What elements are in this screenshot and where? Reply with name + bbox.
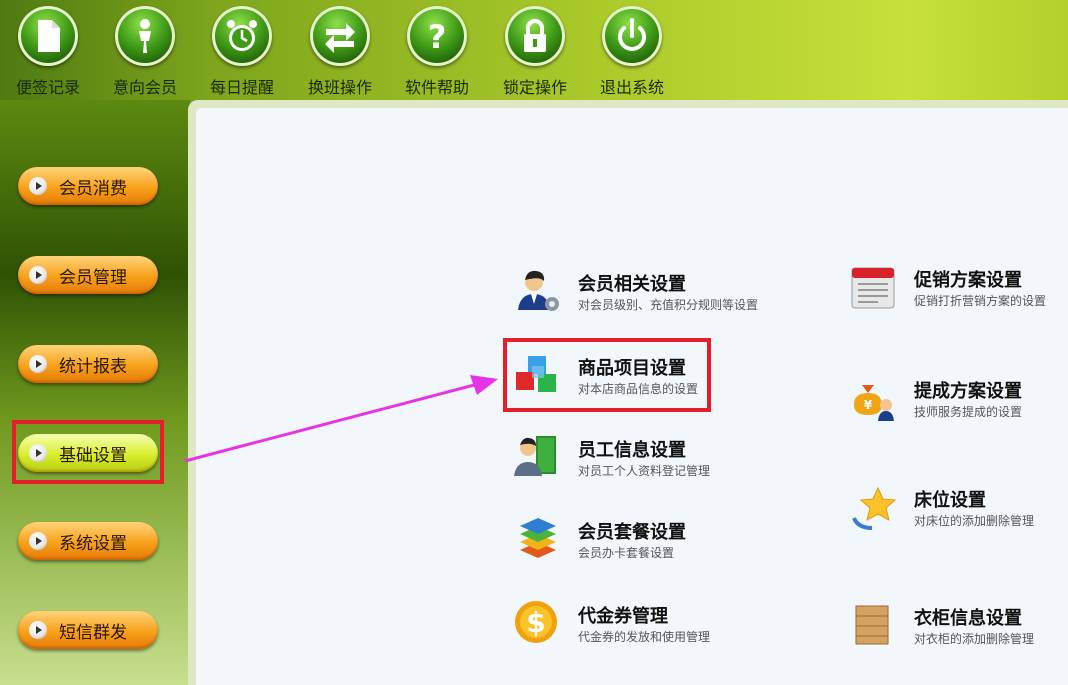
bed-settings-item[interactable]: 床位设置 对床位的添加删除管理 (850, 484, 1060, 534)
item-title: 提成方案设置 (914, 381, 1022, 402)
item-title: 会员相关设置 (578, 274, 686, 295)
cabinet-icon (855, 605, 889, 645)
item-title: 促销方案设置 (914, 270, 1022, 291)
member-settings-icon (518, 270, 559, 311)
item-title: 床位设置 (914, 490, 986, 511)
svg-text:?: ? (428, 18, 447, 56)
toolbar-note-button[interactable]: 便签记录 (3, 6, 93, 98)
power-icon (602, 6, 662, 66)
sidebar-item-sms-broadcast[interactable]: 短信群发 (18, 611, 158, 649)
toolbar-label: 软件帮助 (404, 78, 469, 97)
sidebar-item-member-manage[interactable]: 会员管理 (18, 256, 158, 294)
item-title: 员工信息设置 (578, 440, 686, 461)
item-desc: 促销打折营销方案的设置 (914, 294, 1047, 308)
item-title: 会员套餐设置 (578, 522, 686, 543)
sidebar-highlight-box (12, 420, 164, 484)
sidebar-item-label: 短信群发 (59, 622, 127, 643)
toolbar-label: 便签记录 (15, 78, 80, 97)
item-desc: 对会员级别、充值积分规则等设置 (578, 298, 759, 312)
toolbar-label: 意向会员 (112, 78, 177, 97)
note-icon (18, 6, 78, 66)
calendar-icon (851, 267, 895, 309)
sidebar-item-member-consume[interactable]: 会员消费 (18, 167, 158, 205)
sidebar-item-system-settings[interactable]: 系统设置 (18, 522, 158, 560)
layers-icon (520, 518, 556, 558)
sidebar-item-reports[interactable]: 统计报表 (18, 345, 158, 383)
package-settings-item[interactable]: 会员套餐设置 会员办卡套餐设置 (514, 516, 714, 566)
play-icon (29, 355, 47, 373)
sidebar-item-label: 会员消费 (59, 178, 127, 199)
commission-settings-item[interactable]: ¥ 提成方案设置 技师服务提成的设置 (850, 375, 1060, 425)
toolbar-lock-button[interactable]: 锁定操作 (490, 6, 580, 98)
sidebar-item-label: 系统设置 (59, 533, 127, 554)
swap-arrows-icon (310, 6, 370, 66)
sidebar-item-label: 统计报表 (59, 356, 127, 377)
toolbar-exit-button[interactable]: 退出系统 (587, 6, 677, 98)
question-icon: ? (407, 6, 467, 66)
lock-icon (505, 6, 565, 66)
voucher-settings-item[interactable]: $ 代金券管理 代金券的发放和使用管理 (514, 600, 724, 650)
toolbar-label: 换班操作 (307, 78, 372, 97)
item-desc: 对衣柜的添加删除管理 (914, 632, 1035, 646)
play-icon (29, 177, 47, 195)
money-bag-icon: ¥ (854, 385, 894, 421)
member-settings-item[interactable]: 会员相关设置 对会员级别、充值积分规则等设置 (514, 268, 774, 318)
sidebar-item-label: 会员管理 (59, 267, 127, 288)
play-icon (29, 621, 47, 639)
item-desc: 对员工个人资料登记管理 (578, 464, 711, 478)
locker-settings-item[interactable]: 衣柜信息设置 对衣柜的添加删除管理 (850, 602, 1060, 652)
toolbar-prospect-button[interactable]: 意向会员 (100, 6, 190, 98)
item-desc: 代金券的发放和使用管理 (578, 630, 711, 644)
alarm-clock-icon (212, 6, 272, 66)
toolbar-label: 锁定操作 (502, 78, 567, 97)
toolbar-help-button[interactable]: ? 软件帮助 (392, 6, 482, 98)
toolbar-label: 每日提醒 (209, 78, 274, 97)
svg-text:¥: ¥ (864, 398, 873, 412)
promotion-settings-item[interactable]: 促销方案设置 促销打折营销方案的设置 (850, 264, 1060, 314)
top-toolbar: 便签记录 意向会员 每日提醒 换班操作 ? 软件帮助 锁定操作 退出系统 (0, 0, 1068, 100)
toolbar-label: 退出系统 (599, 78, 664, 97)
item-title: 代金券管理 (578, 606, 668, 627)
play-icon (29, 266, 47, 284)
item-desc: 对床位的添加删除管理 (914, 514, 1035, 528)
toolbar-reminder-button[interactable]: 每日提醒 (197, 6, 287, 98)
item-title: 衣柜信息设置 (914, 608, 1022, 629)
dollar-coin-icon: $ (515, 601, 557, 643)
staff-book-icon (514, 436, 556, 476)
toolbar-shift-button[interactable]: 换班操作 (295, 6, 385, 98)
product-settings-highlight-box (503, 338, 711, 412)
play-icon (29, 532, 47, 550)
star-icon (852, 486, 897, 530)
item-desc: 技师服务提成的设置 (914, 405, 1023, 419)
person-icon (115, 6, 175, 66)
item-desc: 会员办卡套餐设置 (578, 546, 675, 560)
svg-text:$: $ (526, 606, 545, 639)
staff-settings-item[interactable]: 员工信息设置 对员工个人资料登记管理 (514, 434, 734, 484)
